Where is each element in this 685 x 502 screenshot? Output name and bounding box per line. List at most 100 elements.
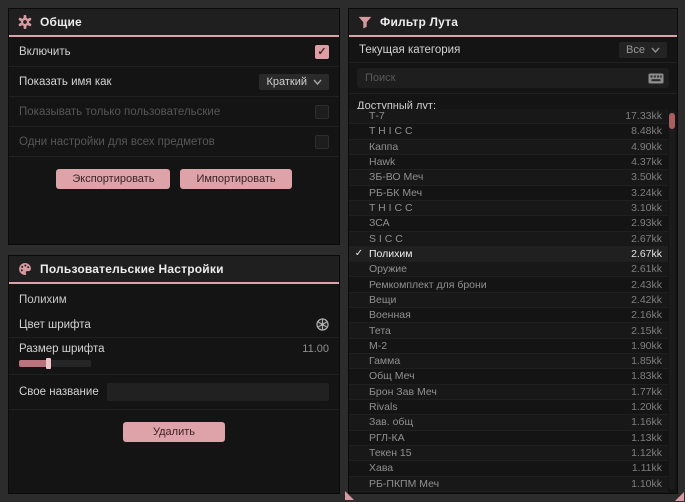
loot-price: 2.43kk: [631, 278, 662, 291]
delete-row: Удалить: [9, 410, 339, 442]
enable-checkbox[interactable]: ✓: [315, 44, 329, 59]
name-mode-combo[interactable]: Краткий: [259, 73, 329, 90]
loot-price: 1.10kk: [631, 477, 662, 490]
category-combo[interactable]: Все: [619, 41, 667, 58]
import-button[interactable]: Импортировать: [180, 169, 292, 189]
color-wheel-icon[interactable]: [316, 318, 329, 331]
funnel-icon: [358, 16, 372, 29]
loot-name: Хава: [369, 462, 394, 475]
enable-row[interactable]: Включить ✓: [9, 37, 339, 67]
panel-custom-header[interactable]: Пользовательские Настройки: [9, 256, 339, 282]
loot-price: 3.10kk: [631, 202, 662, 215]
loot-scrollbar[interactable]: [669, 111, 675, 490]
search-input[interactable]: [365, 72, 642, 84]
loot-price: 8.48kk: [631, 125, 662, 138]
loot-price: 2.93kk: [631, 217, 662, 230]
slider-handle[interactable]: [46, 358, 51, 369]
loot-row[interactable]: Оружие 2.61kk: [349, 262, 668, 278]
loot-row[interactable]: Текен 15 1.12kk: [349, 445, 668, 462]
single-settings-label: Одни настройки для всех предметов: [19, 135, 215, 148]
loot-price: 1.11kk: [631, 462, 662, 475]
loot-name: Брон Зав Меч: [369, 385, 437, 398]
loot-name: Ремкомплект для брони: [369, 278, 487, 291]
loot-row[interactable]: T H I C C 3.10kk: [349, 200, 668, 217]
loot-name: Hawk: [369, 156, 396, 169]
loot-row[interactable]: Каппа 4.90kk: [349, 139, 668, 155]
loot-price: 1.90kk: [631, 339, 662, 352]
loot-row[interactable]: Т-7 17.33kk: [349, 109, 668, 125]
loot-name: T H I C C: [369, 125, 413, 138]
gear-icon: [18, 15, 32, 29]
loot-row[interactable]: РБ-БК Меч 3.24kk: [349, 186, 668, 201]
loot-row[interactable]: Rivals 1.20kk: [349, 400, 668, 416]
loot-row[interactable]: РГЛ-КА 1.13kk: [349, 431, 668, 446]
loot-row[interactable]: ЗСА 2.93kk: [349, 216, 668, 232]
font-size-value: 11.00: [302, 343, 329, 355]
only-custom-checkbox[interactable]: [315, 104, 329, 119]
loot-row[interactable]: Военная 2.16kk: [349, 308, 668, 324]
loot-row[interactable]: Зав. общ 1.16kk: [349, 415, 668, 431]
keyboard-icon[interactable]: [648, 73, 664, 84]
loot-price: 3.50kk: [631, 171, 662, 184]
loot-price: 1.20kk: [631, 401, 662, 414]
font-size-slider[interactable]: [19, 358, 91, 369]
export-import-row: Экспортировать Импортировать: [9, 157, 339, 189]
loot-row[interactable]: РБ-ПКПМ Меч 1.10kk: [349, 476, 668, 492]
loot-name: М-2: [369, 339, 388, 352]
row-check-icon: ✓: [354, 248, 364, 260]
loot-name: Зав. общ: [369, 416, 414, 429]
single-settings-row: Одни настройки для всех предметов: [9, 127, 339, 157]
loot-row[interactable]: Общ Меч 1.83kk: [349, 369, 668, 385]
panel-title-custom: Пользовательские Настройки: [40, 262, 224, 276]
loot-name: S I C C: [369, 232, 403, 245]
name-mode-value: Краткий: [266, 75, 307, 88]
loot-price: 4.90kk: [631, 140, 662, 153]
only-custom-label: Показывать только пользовательские: [19, 105, 221, 118]
loot-name: Гамма: [369, 355, 401, 368]
loot-row[interactable]: Брон Зав Меч 1.77kk: [349, 384, 668, 400]
loot-row[interactable]: Тета 2.15kk: [349, 323, 668, 339]
loot-name: Каппа: [369, 140, 399, 153]
name-mode-label: Показать имя как: [19, 75, 112, 88]
loot-price: 1.13kk: [631, 431, 662, 444]
panel-general-header[interactable]: Общие: [9, 9, 339, 35]
scrollbar-thumb[interactable]: [669, 113, 675, 129]
loot-row[interactable]: S I C C 2.67kk: [349, 231, 668, 247]
loot-name: Военная: [369, 309, 411, 322]
loot-price: 1.12kk: [631, 447, 662, 460]
loot-price: 2.42kk: [631, 293, 662, 306]
export-button[interactable]: Экспортировать: [56, 169, 171, 189]
font-size-row: Размер шрифта 11.00: [9, 338, 339, 375]
loot-row[interactable]: Хава 1.11kk: [349, 461, 668, 477]
loot-row[interactable]: ЗБ-ВО Меч 3.50kk: [349, 170, 668, 186]
panel-general: Общие Включить ✓ Показать имя как Кратки…: [8, 8, 340, 245]
delete-button[interactable]: Удалить: [123, 422, 225, 442]
loot-row[interactable]: Hawk 4.37kk: [349, 155, 668, 171]
loot-name: Вещи: [369, 293, 397, 306]
single-settings-checkbox[interactable]: [315, 134, 329, 149]
custom-name-input[interactable]: [106, 383, 329, 401]
font-color-row[interactable]: Цвет шрифта: [9, 312, 339, 338]
loot-price: 17.33kk: [625, 110, 662, 123]
loot-row[interactable]: ✓ Полихим 2.67kk: [349, 246, 668, 263]
loot-name: Полихим: [369, 247, 413, 260]
panel-custom-settings: Пользовательские Настройки Полихим Цвет …: [8, 255, 340, 494]
loot-name: Т-7: [369, 110, 385, 123]
slider-fill: [19, 360, 49, 367]
loot-price: 2.67kk: [631, 232, 662, 245]
loot-row[interactable]: Ремкомплект для брони 2.43kk: [349, 277, 668, 293]
loot-row[interactable]: Вещи 2.42kk: [349, 292, 668, 309]
loot-price: 2.61kk: [631, 263, 662, 276]
panel-filter-header[interactable]: Фильтр Лута: [349, 9, 677, 35]
loot-name: ЗБ-ВО Меч: [369, 171, 424, 184]
loot-row[interactable]: Гамма 1.85kk: [349, 354, 668, 370]
search-row: [349, 63, 677, 94]
selected-item-name: Полихим: [19, 294, 67, 306]
loot-price: 1.85kk: [631, 355, 662, 368]
loot-name: РГЛ-КА: [369, 431, 405, 444]
loot-name: РБ-ПКПМ Меч: [369, 477, 440, 490]
loot-row[interactable]: T H I C C 8.48kk: [349, 124, 668, 140]
enable-label: Включить: [19, 45, 71, 58]
loot-row[interactable]: М-2 1.90kk: [349, 339, 668, 354]
loot-price: 2.67kk: [631, 247, 662, 260]
